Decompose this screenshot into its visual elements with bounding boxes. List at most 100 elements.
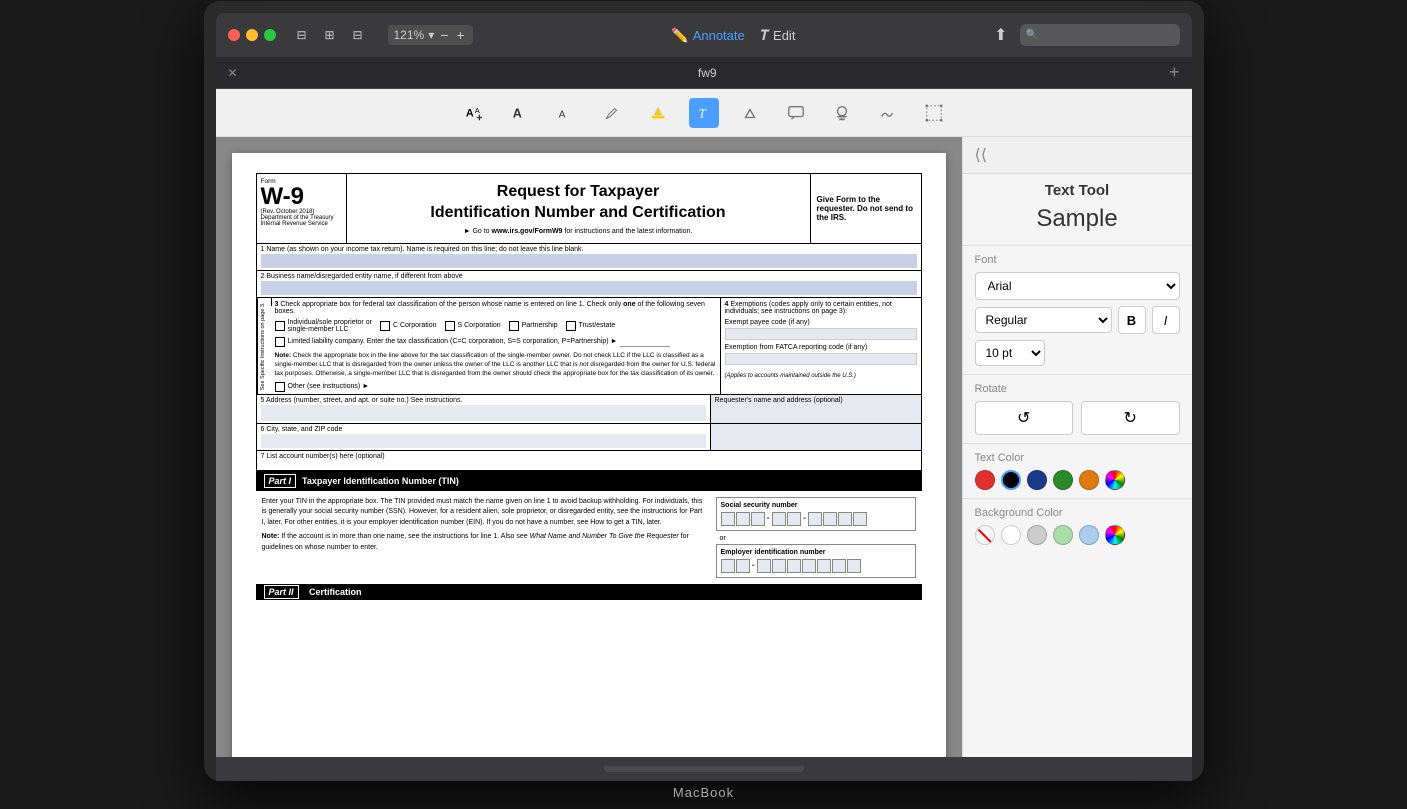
- ssn-cell-2[interactable]: [736, 512, 750, 526]
- checkbox-individual[interactable]: [275, 321, 285, 331]
- ssn-title: Social security number: [721, 502, 911, 509]
- bg-green-swatch[interactable]: [1053, 525, 1073, 545]
- size-row: 10 pt 8 pt 12 pt 14 pt: [975, 340, 1180, 366]
- highlight-button[interactable]: [643, 98, 673, 128]
- title-center: ✏️ Annotate 𝑻 Edit: [481, 27, 986, 44]
- checkbox-ccorp[interactable]: [380, 321, 390, 331]
- color-more-swatch[interactable]: [1105, 470, 1125, 490]
- rotate-cw-button[interactable]: ↻: [1081, 401, 1180, 435]
- minimize-button[interactable]: [246, 29, 258, 41]
- line2-input[interactable]: [261, 281, 917, 295]
- ssn-cell-5[interactable]: [787, 512, 801, 526]
- annotate-button[interactable]: ✏️ Annotate: [671, 27, 744, 44]
- bg-none-swatch[interactable]: [975, 525, 995, 545]
- text-small-button[interactable]: A: [551, 98, 581, 128]
- font-size-select[interactable]: 10 pt 8 pt 12 pt 14 pt: [975, 340, 1045, 366]
- cert-section: Part II Certification: [256, 584, 922, 600]
- ein-input-row: -: [721, 559, 911, 573]
- ssn-cell-8[interactable]: [838, 512, 852, 526]
- close-button[interactable]: [228, 29, 240, 41]
- pencil-button[interactable]: [597, 98, 627, 128]
- close-tab-button[interactable]: ✕: [228, 66, 238, 80]
- requesters-label: Requester's name and address (optional): [715, 397, 917, 404]
- grid-view-icon[interactable]: ⊞: [320, 27, 340, 43]
- tab-bar: ✕ fw9 +: [216, 57, 1192, 89]
- fullscreen-button[interactable]: [264, 29, 276, 41]
- text-color-section: Text Color: [963, 443, 1192, 498]
- pdf-viewer[interactable]: Form W-9 (Rev. October 2018) Department …: [216, 137, 962, 757]
- stamp-button[interactable]: [827, 98, 857, 128]
- llc-label: Limited liability company. Enter the tax…: [288, 338, 618, 345]
- edit-button[interactable]: 𝑻 Edit: [761, 27, 796, 44]
- macbook-label: MacBook: [673, 785, 734, 808]
- rotate-ccw-button[interactable]: ↺: [975, 401, 1074, 435]
- new-tab-button[interactable]: +: [1169, 62, 1180, 83]
- ein-cell-6[interactable]: [802, 559, 816, 573]
- line5-input[interactable]: [261, 405, 706, 421]
- exempt-payee-input[interactable]: [725, 328, 917, 340]
- zoom-out-button[interactable]: −: [438, 27, 450, 43]
- svg-text:A: A: [512, 106, 521, 120]
- ssn-cell-3[interactable]: [751, 512, 765, 526]
- checkbox-llc[interactable]: [275, 337, 285, 347]
- checkbox-partnership[interactable]: [509, 321, 519, 331]
- thumbnail-icon[interactable]: ⊟: [348, 27, 368, 43]
- ein-cell-7[interactable]: [817, 559, 831, 573]
- ein-cell-9[interactable]: [847, 559, 861, 573]
- color-red-swatch[interactable]: [975, 470, 995, 490]
- text-increase-button[interactable]: AA: [459, 98, 489, 128]
- search-input[interactable]: [1020, 24, 1180, 46]
- italic-button[interactable]: I: [1152, 306, 1180, 334]
- sidebar-toggle-icon[interactable]: ⊟: [292, 27, 312, 43]
- bg-blue-swatch[interactable]: [1079, 525, 1099, 545]
- text-tool-button[interactable]: T: [689, 98, 719, 128]
- ein-group1: [721, 559, 750, 573]
- ein-cell-5[interactable]: [787, 559, 801, 573]
- ein-cell-2[interactable]: [736, 559, 750, 573]
- bg-gray-swatch[interactable]: [1027, 525, 1047, 545]
- ein-cell-1[interactable]: [721, 559, 735, 573]
- ein-cell-4[interactable]: [772, 559, 786, 573]
- ein-cell-3[interactable]: [757, 559, 771, 573]
- line1-input[interactable]: [261, 254, 917, 268]
- color-green-swatch[interactable]: [1053, 470, 1073, 490]
- font-style-select[interactable]: Regular Bold Italic: [975, 307, 1112, 333]
- laptop-frame: ⊟ ⊞ ⊟ 121% ▾ − + ✏️ Annotate 𝑻 Edit: [204, 1, 1204, 781]
- cert-part-label: Part II: [264, 585, 299, 599]
- zoom-control[interactable]: 121% ▾ − +: [388, 25, 473, 45]
- ssn-cell-7[interactable]: [823, 512, 837, 526]
- line6-input[interactable]: [261, 434, 706, 448]
- signature-button[interactable]: [873, 98, 903, 128]
- exempt-fatca-input[interactable]: [725, 353, 917, 365]
- checkbox-other[interactable]: [275, 382, 285, 392]
- text-color-label: Text Color: [975, 452, 1180, 464]
- ssn-cell-1[interactable]: [721, 512, 735, 526]
- color-orange-swatch[interactable]: [1079, 470, 1099, 490]
- color-darkblue-swatch[interactable]: [1027, 470, 1047, 490]
- check-llc: Limited liability company. Enter the tax…: [275, 337, 716, 347]
- share-button[interactable]: ⬆: [994, 25, 1007, 45]
- bg-more-swatch[interactable]: [1105, 525, 1125, 545]
- checkbox-trust[interactable]: [566, 321, 576, 331]
- zoom-in-button[interactable]: +: [454, 27, 466, 43]
- selection-button[interactable]: [919, 98, 949, 128]
- requesters-addr-input[interactable]: [711, 424, 921, 450]
- pdf-page: Form W-9 (Rev. October 2018) Department …: [232, 153, 946, 757]
- line34-row: See Specific Instructions on page 3. 3 C…: [256, 298, 922, 395]
- checkbox-scorp[interactable]: [445, 321, 455, 331]
- zoom-value: 121%: [394, 28, 425, 42]
- llc-input[interactable]: [620, 337, 670, 347]
- bg-white-swatch[interactable]: [1001, 525, 1021, 545]
- collapse-panel-button[interactable]: ⟨⟨: [975, 145, 987, 165]
- ssn-cell-9[interactable]: [853, 512, 867, 526]
- color-black-swatch[interactable]: [1001, 470, 1021, 490]
- ssn-cell-4[interactable]: [772, 512, 786, 526]
- text-large-button[interactable]: A: [505, 98, 535, 128]
- ssn-cell-6[interactable]: [808, 512, 822, 526]
- comment-button[interactable]: [781, 98, 811, 128]
- ein-cell-8[interactable]: [832, 559, 846, 573]
- shapes-button[interactable]: [735, 98, 765, 128]
- ssn-dash1: -: [767, 513, 770, 524]
- bold-button[interactable]: B: [1118, 306, 1146, 334]
- font-family-select[interactable]: Arial Helvetica Times New Roman: [975, 272, 1180, 300]
